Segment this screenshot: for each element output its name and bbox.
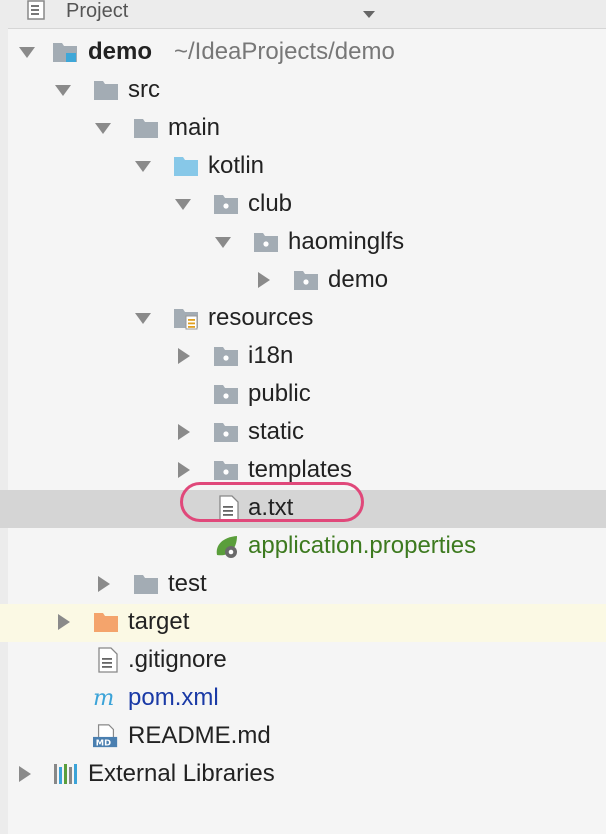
tree-label-external-libraries: External Libraries xyxy=(88,760,275,787)
tree-label-kotlin: kotlin xyxy=(208,152,265,179)
tree-label-pom: pom.xml xyxy=(128,684,219,711)
tree-label-target: target xyxy=(128,608,190,635)
source-folder-icon xyxy=(174,157,198,176)
tree-row-application-properties[interactable]: application.properties xyxy=(0,528,606,566)
spring-leaf-icon xyxy=(216,536,237,558)
package-icon xyxy=(214,423,238,442)
package-icon xyxy=(214,347,238,366)
markdown-file-icon: MD xyxy=(93,724,118,747)
package-icon xyxy=(214,195,238,214)
tree-row-main[interactable]: main xyxy=(0,110,606,148)
collapsed-arrow-icon[interactable] xyxy=(16,765,34,783)
tree-row-public[interactable]: public xyxy=(0,376,606,414)
tree-label-readme: README.md xyxy=(128,722,271,749)
tree-label-i18n: i18n xyxy=(248,342,294,369)
tree-label-club: club xyxy=(248,190,293,217)
tree-label-src: src xyxy=(128,76,160,103)
tool-window-header: Project xyxy=(0,0,606,29)
tree-label-demo-package: demo xyxy=(328,266,389,293)
tree-row-gitignore[interactable]: .gitignore xyxy=(0,642,606,680)
expanded-arrow-icon[interactable] xyxy=(54,81,72,99)
tree-row-haominglfs[interactable]: haominglfs xyxy=(0,224,606,262)
highlight-annotation xyxy=(180,482,364,522)
svg-text:MD: MD xyxy=(96,737,111,747)
collapsed-arrow-icon[interactable] xyxy=(95,575,113,593)
dropdown-caret-icon[interactable] xyxy=(362,6,376,24)
expanded-arrow-icon[interactable] xyxy=(214,233,232,251)
tree-label-main: main xyxy=(168,114,221,141)
tree-row-club[interactable]: club xyxy=(0,186,606,224)
expanded-arrow-icon[interactable] xyxy=(134,157,152,175)
tree-row-kotlin[interactable]: kotlin xyxy=(0,148,606,186)
tool-window-title[interactable]: Project xyxy=(66,0,128,23)
text-file-icon xyxy=(98,647,118,673)
tree-label-public: public xyxy=(248,380,311,407)
package-icon xyxy=(254,233,278,252)
resources-folder-icon xyxy=(174,309,198,330)
folder-icon xyxy=(94,81,118,100)
tree-row-src[interactable]: src xyxy=(0,72,606,110)
collapsed-arrow-icon[interactable] xyxy=(255,271,273,289)
tree-row-test[interactable]: test xyxy=(0,566,606,604)
tree-row-readme[interactable]: MD README.md xyxy=(0,718,606,756)
library-icon xyxy=(54,764,77,784)
maven-icon: m xyxy=(93,685,114,711)
tree-label-haominglfs: haominglfs xyxy=(288,228,405,255)
collapsed-arrow-icon[interactable] xyxy=(175,423,193,441)
tree-row-static[interactable]: static xyxy=(0,414,606,452)
tree-row-demo-package[interactable]: demo xyxy=(0,262,606,300)
tree-label-templates: templates xyxy=(248,456,353,483)
tree-label-demo: demo xyxy=(88,38,153,65)
excluded-folder-icon xyxy=(94,613,118,632)
tree-row-external-libraries[interactable]: External Libraries xyxy=(0,756,606,794)
collapsed-arrow-icon[interactable] xyxy=(55,613,73,631)
tree-row-demo-root[interactable]: demo ~/IdeaProjects/demo xyxy=(0,34,606,72)
tree-label-application-properties: application.properties xyxy=(248,532,477,559)
tree-row-i18n[interactable]: i18n xyxy=(0,338,606,376)
svg-text:m: m xyxy=(93,685,114,711)
expanded-arrow-icon[interactable] xyxy=(174,195,192,213)
collapsed-arrow-icon[interactable] xyxy=(175,461,193,479)
tree-label-resources: resources xyxy=(208,304,314,331)
tree-path-demo: ~/IdeaProjects/demo xyxy=(174,38,395,65)
expanded-arrow-icon[interactable] xyxy=(18,43,36,61)
tree-row-pom[interactable]: m pom.xml xyxy=(0,680,606,718)
tree-label-gitignore: .gitignore xyxy=(128,646,227,673)
project-view-icon[interactable] xyxy=(26,0,48,25)
collapsed-arrow-icon[interactable] xyxy=(175,347,193,365)
tree-row-target[interactable]: target xyxy=(0,604,606,642)
package-icon xyxy=(294,271,318,290)
tree-label-test: test xyxy=(168,570,207,597)
expanded-arrow-icon[interactable] xyxy=(134,309,152,327)
folder-icon xyxy=(134,575,158,594)
package-icon xyxy=(214,461,238,480)
tree-label-static: static xyxy=(248,418,305,445)
expanded-arrow-icon[interactable] xyxy=(94,119,112,137)
tree-row-resources[interactable]: resources xyxy=(0,300,606,338)
folder-icon xyxy=(134,119,158,138)
package-icon xyxy=(214,385,238,404)
module-folder-icon xyxy=(53,43,77,62)
